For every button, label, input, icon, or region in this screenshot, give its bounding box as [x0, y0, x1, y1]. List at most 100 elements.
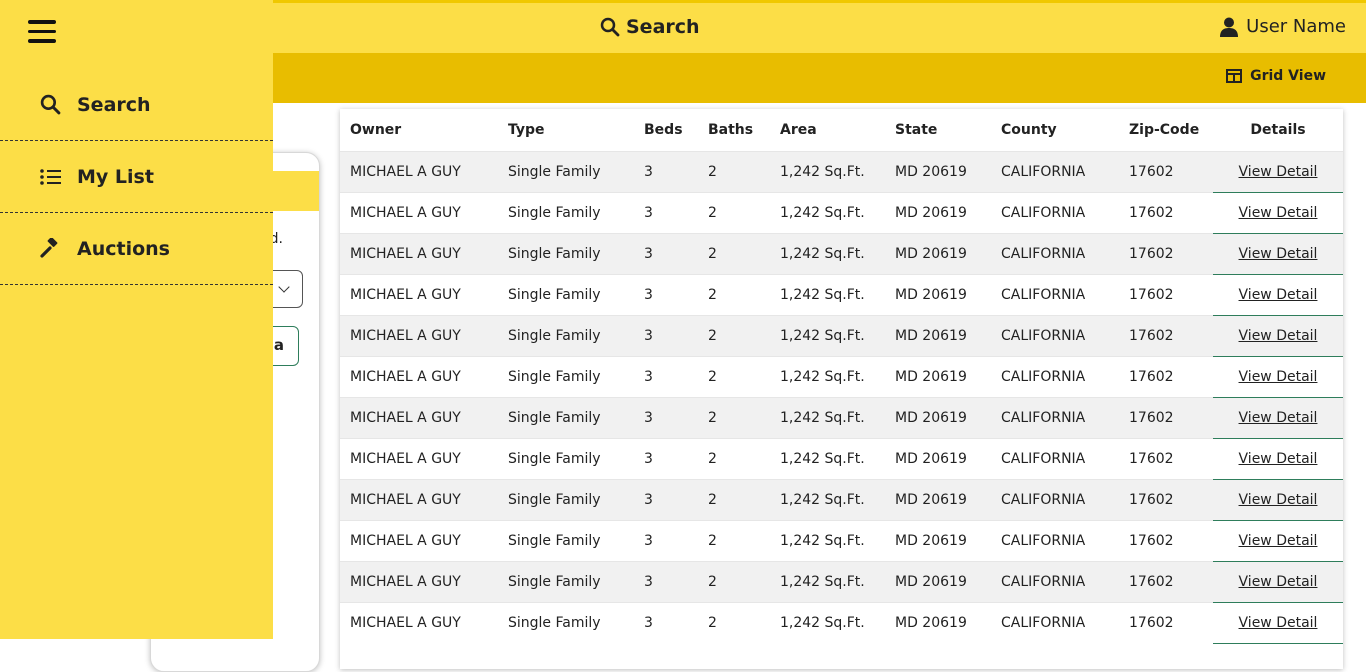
cell-owner: MICHAEL A GUY	[340, 191, 498, 233]
cell-area: 1,242 Sq.Ft.	[770, 437, 885, 479]
cell-owner: MICHAEL A GUY	[340, 478, 498, 520]
cell-owner: MICHAEL A GUY	[340, 437, 498, 479]
cell-county: CALIFORNIA	[991, 150, 1119, 192]
cell-details: View Detail	[1213, 601, 1343, 644]
cell-details: View Detail	[1213, 519, 1343, 562]
cell-baths: 2	[698, 560, 770, 602]
cell-county: CALIFORNIA	[991, 478, 1119, 520]
cell-zip: 17602	[1119, 314, 1213, 356]
view-detail-link[interactable]: View Detail	[1239, 246, 1318, 262]
cell-zip: 17602	[1119, 601, 1213, 643]
column-header-area: Area	[780, 121, 817, 138]
header-search-button[interactable]: Search	[600, 16, 700, 38]
cell-details: View Detail	[1213, 191, 1343, 234]
cell-baths: 2	[698, 396, 770, 438]
sidebar-item-auctions[interactable]: Auctions	[0, 213, 273, 285]
sidebar-item-label: My List	[77, 165, 154, 188]
view-detail-link[interactable]: View Detail	[1239, 574, 1318, 590]
cell-baths: 2	[698, 519, 770, 561]
cell-zip: 17602	[1119, 396, 1213, 438]
view-detail-link[interactable]: View Detail	[1239, 205, 1318, 221]
view-detail-link[interactable]: View Detail	[1239, 492, 1318, 508]
cell-type: Single Family	[498, 437, 634, 479]
table-row: MICHAEL A GUY Single Family 3 2 1,242 Sq.Ft.…	[340, 601, 1343, 644]
cell-state: MD 20619	[885, 437, 991, 479]
cell-beds: 3	[634, 601, 698, 643]
view-detail-link[interactable]: View Detail	[1239, 164, 1318, 180]
view-detail-link[interactable]: View Detail	[1239, 369, 1318, 385]
cell-county: CALIFORNIA	[991, 273, 1119, 315]
cell-zip: 17602	[1119, 191, 1213, 233]
cell-owner: MICHAEL A GUY	[340, 355, 498, 397]
cell-area: 1,242 Sq.Ft.	[770, 232, 885, 274]
sidebar-item-my-list[interactable]: My List	[0, 141, 273, 213]
cell-details: View Detail	[1213, 478, 1343, 521]
list-icon	[40, 168, 61, 185]
header-search-label: Search	[626, 16, 700, 38]
cell-zip: 17602	[1119, 273, 1213, 315]
user-icon	[1220, 17, 1239, 37]
view-detail-link[interactable]: View Detail	[1239, 451, 1318, 467]
cell-state: MD 20619	[885, 560, 991, 602]
table-row: MICHAEL A GUY Single Family 3 2 1,242 Sq.Ft.…	[340, 273, 1343, 316]
search-icon	[40, 94, 61, 115]
column-header-type: Type	[508, 121, 545, 138]
cell-type: Single Family	[498, 232, 634, 274]
table-row: MICHAEL A GUY Single Family 3 2 1,242 Sq.Ft.…	[340, 150, 1343, 193]
cell-area: 1,242 Sq.Ft.	[770, 601, 885, 643]
cell-zip: 17602	[1119, 150, 1213, 192]
cell-details: View Detail	[1213, 273, 1343, 316]
sidebar-item-search[interactable]: Search	[0, 69, 273, 141]
hamburger-menu-icon[interactable]	[28, 20, 56, 44]
view-detail-link[interactable]: View Detail	[1239, 533, 1318, 549]
view-detail-link[interactable]: View Detail	[1239, 410, 1318, 426]
cell-county: CALIFORNIA	[991, 232, 1119, 274]
cell-type: Single Family	[498, 519, 634, 561]
sidebar-item-label: Auctions	[77, 237, 170, 260]
cell-details: View Detail	[1213, 150, 1343, 193]
cell-beds: 3	[634, 314, 698, 356]
cell-area: 1,242 Sq.Ft.	[770, 273, 885, 315]
user-menu[interactable]: User Name	[1220, 16, 1346, 37]
cell-zip: 17602	[1119, 519, 1213, 561]
grid-view-button[interactable]: Grid View	[1226, 68, 1326, 84]
cell-details: View Detail	[1213, 437, 1343, 480]
cell-zip: 17602	[1119, 232, 1213, 274]
cell-area: 1,242 Sq.Ft.	[770, 355, 885, 397]
cell-state: MD 20619	[885, 355, 991, 397]
search-icon	[600, 17, 620, 37]
cell-baths: 2	[698, 478, 770, 520]
cell-baths: 2	[698, 191, 770, 233]
cell-owner: MICHAEL A GUY	[340, 519, 498, 561]
view-detail-link[interactable]: View Detail	[1239, 328, 1318, 344]
cell-county: CALIFORNIA	[991, 601, 1119, 643]
table-row: MICHAEL A GUY Single Family 3 2 1,242 Sq.Ft.…	[340, 560, 1343, 603]
table-row: MICHAEL A GUY Single Family 3 2 1,242 Sq.Ft.…	[340, 519, 1343, 562]
table-row: MICHAEL A GUY Single Family 3 2 1,242 Sq.Ft.…	[340, 355, 1343, 398]
cell-state: MD 20619	[885, 601, 991, 643]
view-detail-link[interactable]: View Detail	[1239, 287, 1318, 303]
cell-area: 1,242 Sq.Ft.	[770, 150, 885, 192]
cell-beds: 3	[634, 519, 698, 561]
table-header-row: Owner Type Beds Baths Area State County …	[340, 109, 1343, 151]
column-header-state: State	[895, 121, 938, 138]
results-table: Owner Type Beds Baths Area State County …	[340, 109, 1343, 644]
cell-owner: MICHAEL A GUY	[340, 560, 498, 602]
cell-zip: 17602	[1119, 560, 1213, 602]
cell-state: MD 20619	[885, 478, 991, 520]
cell-beds: 3	[634, 232, 698, 274]
results-table-container: Owner Type Beds Baths Area State County …	[340, 109, 1343, 669]
user-name: User Name	[1246, 16, 1346, 37]
view-detail-link[interactable]: View Detail	[1239, 615, 1318, 631]
cell-details: View Detail	[1213, 560, 1343, 603]
column-header-baths: Baths	[708, 121, 754, 138]
cell-county: CALIFORNIA	[991, 314, 1119, 356]
table-row: MICHAEL A GUY Single Family 3 2 1,242 Sq.Ft.…	[340, 232, 1343, 275]
cell-type: Single Family	[498, 273, 634, 315]
cell-county: CALIFORNIA	[991, 396, 1119, 438]
cell-details: View Detail	[1213, 396, 1343, 439]
cell-type: Single Family	[498, 314, 634, 356]
cell-type: Single Family	[498, 396, 634, 438]
cell-type: Single Family	[498, 601, 634, 643]
table-row: MICHAEL A GUY Single Family 3 2 1,242 Sq.Ft.…	[340, 478, 1343, 521]
